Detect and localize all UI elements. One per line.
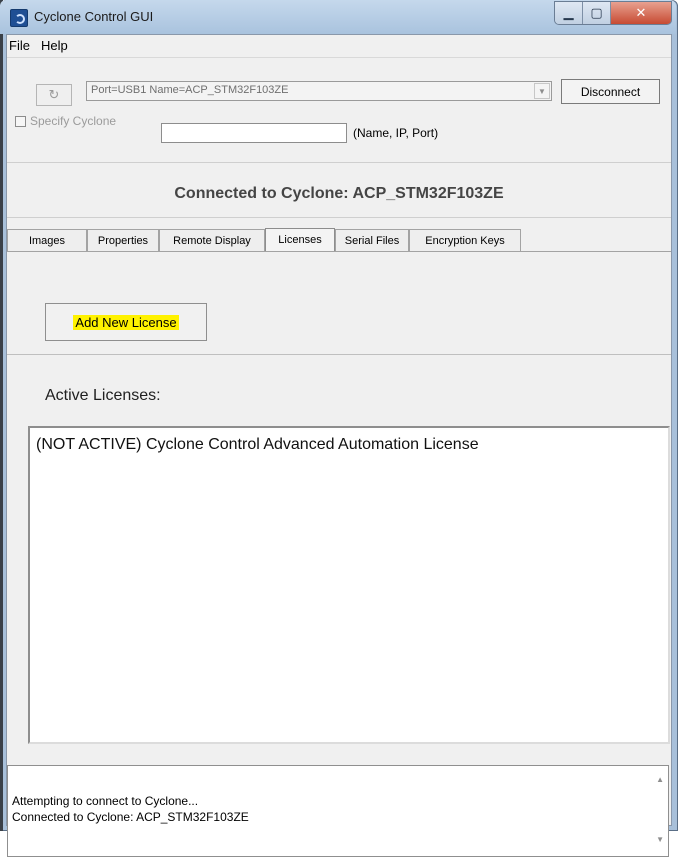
tab-images[interactable]: Images <box>7 229 87 251</box>
menu-help[interactable]: Help <box>41 38 68 53</box>
status-log[interactable]: Attempting to connect to Cyclone... Conn… <box>7 765 669 857</box>
specify-cyclone-input[interactable] <box>161 123 347 143</box>
left-background-strip <box>0 0 3 831</box>
refresh-icon: ↻ <box>48 87 60 102</box>
license-list-item[interactable]: (NOT ACTIVE) Cyclone Control Advanced Au… <box>36 436 479 454</box>
chevron-down-icon[interactable]: ▼ <box>534 83 550 99</box>
port-select-value: Port=USB1 Name=ACP_STM32F103ZE <box>91 84 289 96</box>
tab-remote-display[interactable]: Remote Display <box>159 229 265 251</box>
main-client-area: File Help ↻ Port=USB1 Name=ACP_STM32F103… <box>6 34 672 857</box>
add-new-license-button[interactable]: Add New License <box>45 303 207 341</box>
cyclone-app-icon <box>10 9 28 27</box>
menu-bar: File Help <box>7 35 671 58</box>
tab-encryption-keys[interactable]: Encryption Keys <box>409 229 521 251</box>
window-title: Cyclone Control GUI <box>34 9 154 24</box>
tab-properties[interactable]: Properties <box>87 229 159 251</box>
connection-status-text: Connected to Cyclone: ACP_STM32F103ZE <box>174 185 504 202</box>
log-line: Connected to Cyclone: ACP_STM32F103ZE <box>12 810 249 824</box>
refresh-button[interactable]: ↻ <box>36 84 72 106</box>
specify-cyclone-checkbox[interactable] <box>15 116 26 127</box>
tab-strip: Images Properties Remote Display License… <box>7 228 527 252</box>
tab-serial-files[interactable]: Serial Files <box>335 229 409 251</box>
scroll-up-icon[interactable]: ▲ <box>656 775 664 784</box>
specify-cyclone-label: Specify Cyclone <box>30 114 117 128</box>
maximize-button[interactable]: ▢ <box>583 2 611 24</box>
title-bar[interactable]: Cyclone Control GUI ▁ ▢ ✕ <box>0 0 676 34</box>
window-controls: ▁ ▢ ✕ <box>554 1 672 25</box>
log-line: Attempting to connect to Cyclone... <box>12 794 199 808</box>
minimize-button[interactable]: ▁ <box>555 2 583 24</box>
port-select[interactable]: Port=USB1 Name=ACP_STM32F103ZE ▼ <box>86 81 552 101</box>
menu-file[interactable]: File <box>9 38 30 53</box>
disconnect-button[interactable]: Disconnect <box>561 79 660 104</box>
connection-status-panel: Connected to Cyclone: ACP_STM32F103ZE <box>7 162 671 218</box>
specify-cyclone-hint: (Name, IP, Port) <box>353 126 439 140</box>
close-button[interactable]: ✕ <box>611 2 671 24</box>
active-licenses-list[interactable]: (NOT ACTIVE) Cyclone Control Advanced Au… <box>28 426 670 744</box>
tab-licenses[interactable]: Licenses <box>265 228 335 252</box>
licenses-separator <box>7 354 671 355</box>
scroll-down-icon[interactable]: ▼ <box>656 835 664 844</box>
active-licenses-label: Active Licenses: <box>45 387 161 404</box>
add-new-license-label: Add New License <box>73 314 179 330</box>
